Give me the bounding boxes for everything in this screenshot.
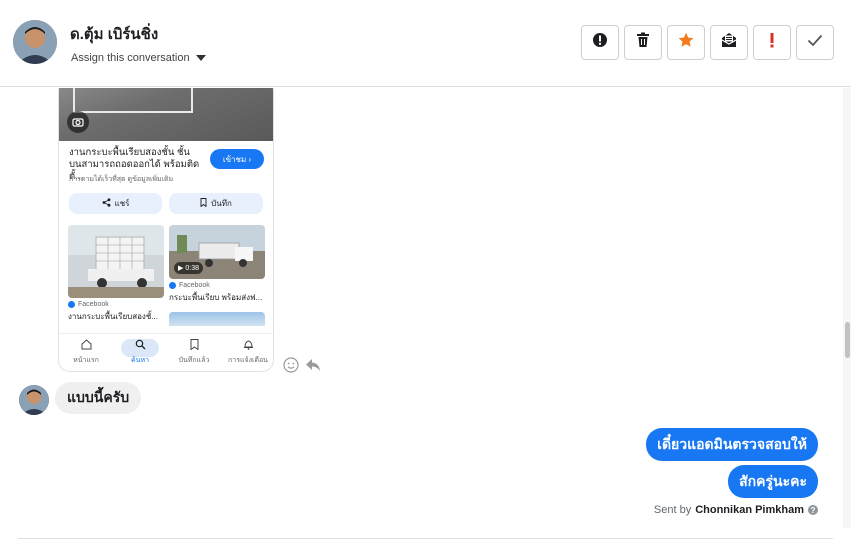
report-spam-icon <box>592 32 608 53</box>
result-card-source: Facebook <box>169 282 265 289</box>
camera-icon <box>67 111 89 133</box>
contact-avatar[interactable] <box>19 385 49 415</box>
result-card-image <box>68 225 164 298</box>
facebook-icon <box>68 301 75 308</box>
result-card-image-partial <box>169 312 265 326</box>
shared-screenshot-image[interactable]: งานกระบะพื้นเรียบสองชั้น ชั้นบนสามารถถอด… <box>58 88 274 372</box>
result-card: Facebook งานกระบะพื้นเรียบสองชั้... <box>68 225 164 323</box>
share-label: แชร์ <box>114 199 130 208</box>
result-card-source: Facebook <box>68 301 164 308</box>
contact-name: ด.ตุ้ม เบิร์นชิ่ง <box>70 26 159 43</box>
mark-unread-button[interactable] <box>710 25 748 60</box>
bookmark-icon <box>190 339 199 352</box>
trash-icon <box>636 32 650 53</box>
home-icon <box>81 339 92 352</box>
scrollbar[interactable] <box>843 88 851 528</box>
sent-by-prefix: Sent by <box>653 504 692 516</box>
sender-name: Chonnikan Pimkham <box>695 504 804 516</box>
scrollbar-thumb[interactable] <box>845 322 850 358</box>
mark-important-button[interactable] <box>753 25 791 60</box>
sent-by-info: Sent by Chonnikan Pimkham ? <box>654 504 818 516</box>
nav-notifications: การแจ้งเตือน <box>221 334 273 371</box>
nav-home: หน้าแรก <box>59 334 113 371</box>
emoji-reaction-icon[interactable] <box>283 357 299 373</box>
result-card-image: ▶ 0:38 <box>169 225 265 279</box>
message-actions <box>283 357 321 373</box>
hero-photo <box>59 88 273 141</box>
contact-avatar[interactable] <box>13 20 57 64</box>
star-button[interactable] <box>667 25 705 60</box>
share-button: แชร์ <box>69 193 162 214</box>
ad-subtitle: การตามได้เร็วที่สุด ดูข้อมูลเพิ่มเติม <box>69 176 174 183</box>
truck-cage-shape <box>73 88 193 113</box>
outgoing-message: เดี๋ยวแอดมินตรวจสอบให้ <box>646 428 818 461</box>
conversation-area[interactable]: งานกระบะพื้นเรียบสองชั้น ชั้นบนสามารถถอด… <box>0 88 851 539</box>
outgoing-message: สักครู่นะคะ <box>728 465 818 498</box>
delete-button[interactable] <box>624 25 662 60</box>
save-label: บันทึก <box>211 199 232 208</box>
help-icon[interactable]: ? <box>808 505 818 515</box>
save-button: บันทึก <box>169 193 263 214</box>
reply-icon[interactable] <box>305 357 321 373</box>
video-duration-badge: ▶ 0:38 <box>174 262 204 274</box>
checkmark-icon <box>807 33 823 52</box>
incoming-message: แบบนี้ครับ <box>55 382 142 414</box>
result-card: ▶ 0:38 Facebook กระบะพื้นเรียบ พร้อมส่งฟ… <box>169 225 265 304</box>
assign-label: Assign this conversation <box>71 52 190 64</box>
star-icon <box>678 32 694 53</box>
bottom-navbar: หน้าแรก ค้นหา บันทึกแล้ว การแจ้งเตือน <box>59 333 273 371</box>
play-icon: ▶ <box>178 265 184 272</box>
report-spam-button[interactable] <box>581 25 619 60</box>
bell-icon <box>243 339 254 352</box>
search-icon <box>135 339 146 352</box>
facebook-icon <box>169 282 176 289</box>
result-card-caption: กระบะพื้นเรียบ พร้อมส่งฟ... <box>169 293 263 302</box>
visit-button: เข้าชม › <box>210 149 264 169</box>
mark-done-button[interactable] <box>796 25 834 60</box>
bookmark-icon <box>200 198 207 209</box>
nav-saved: บันทึกแล้ว <box>167 334 221 371</box>
mark-unread-icon <box>721 32 737 53</box>
nav-search: ค้นหา <box>113 334 167 371</box>
important-icon <box>769 32 775 53</box>
conversation-header: ด.ตุ้ม เบิร์นชิ่ง Assign this conversati… <box>0 0 851 87</box>
assign-conversation-dropdown[interactable]: Assign this conversation <box>71 52 206 64</box>
share-icon <box>102 198 111 209</box>
caret-down-icon <box>195 55 206 61</box>
result-card-caption: งานกระบะพื้นเรียบสองชั้... <box>68 312 158 321</box>
action-toolbar <box>581 25 834 60</box>
